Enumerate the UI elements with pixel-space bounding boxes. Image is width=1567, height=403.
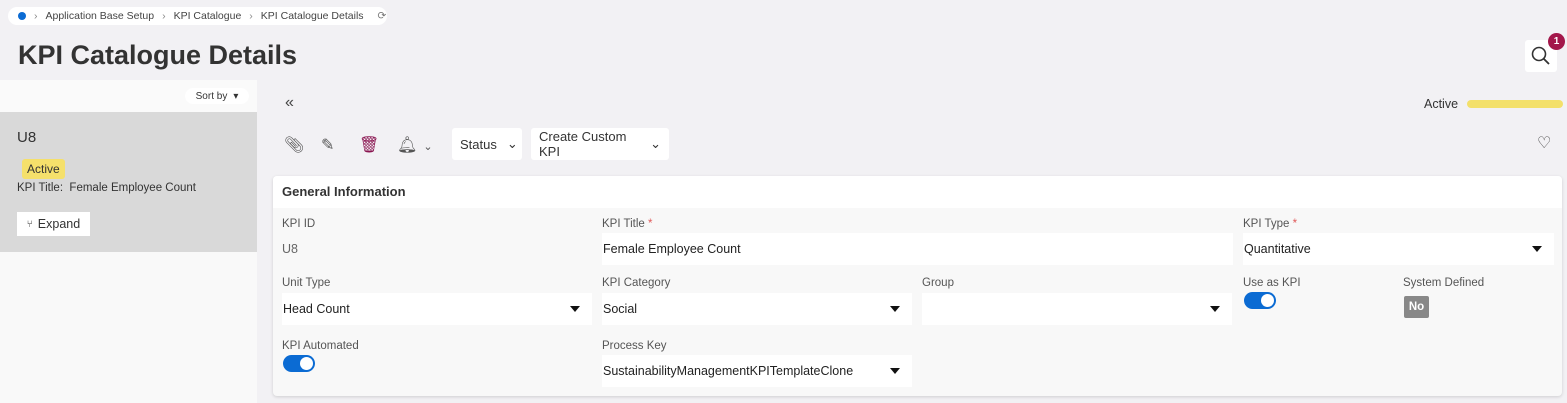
status-label: Active — [1424, 97, 1459, 111]
system-defined-value: No — [1404, 296, 1429, 318]
kpi-title-input[interactable]: Female Employee Count — [602, 233, 1233, 265]
heart-icon: ♡ — [1537, 135, 1552, 152]
sort-by-label: Sort by — [195, 90, 228, 102]
sort-by-button[interactable]: Sort by ▾ — [185, 88, 249, 104]
unit-type-value: Head Count — [283, 302, 350, 316]
kpi-category-select[interactable]: Social — [602, 293, 912, 325]
status-indicator-bar — [1467, 100, 1563, 108]
chevron-right-icon: › — [34, 10, 38, 22]
kpi-category-label: KPI Category — [602, 277, 671, 289]
chevron-right-icon: › — [162, 10, 166, 22]
kpi-category-value: Social — [603, 302, 638, 316]
unit-type-label: Unit Type — [282, 277, 331, 289]
record-title-label: KPI Title: — [17, 182, 64, 194]
pencil-icon: ✎ — [321, 137, 335, 154]
expand-button[interactable]: ⑂ Expand — [17, 212, 90, 236]
paperclip-icon: 📎︎ — [284, 137, 305, 154]
status-dropdown[interactable]: Status ⌄ — [452, 128, 522, 160]
section-title: General Information — [273, 176, 1562, 208]
system-defined-label: System Defined — [1403, 277, 1485, 289]
create-custom-kpi-label: Create Custom KPI — [539, 129, 627, 159]
kpi-automated-toggle[interactable] — [283, 355, 315, 372]
caret-down-icon — [1532, 246, 1542, 252]
expand-label: Expand — [37, 217, 81, 231]
delete-button[interactable]: 🗑︎ — [359, 135, 379, 155]
notifications-button[interactable]: 🔔︎ ⌄ — [397, 135, 433, 155]
chevron-down-icon: ⌄ — [423, 141, 433, 153]
chevron-right-icon: › — [249, 10, 253, 22]
process-key-value: SustainabilityManagementKPITemplateClone — [603, 364, 854, 378]
kpi-type-select[interactable]: Quantitative — [1243, 233, 1554, 265]
record-title-value: Female Employee Count — [69, 182, 196, 194]
process-key-select[interactable]: SustainabilityManagementKPITemplateClone — [602, 355, 912, 387]
kpi-id-value: U8 — [282, 242, 298, 256]
kpi-title-label: KPI Title * — [602, 218, 653, 230]
refresh-icon[interactable]: ⟳ — [378, 10, 387, 22]
breadcrumb-item[interactable]: Application Base Setup — [46, 10, 155, 22]
caret-down-icon — [890, 306, 900, 312]
kpi-type-value: Quantitative — [1244, 242, 1311, 256]
status-badge: Active — [22, 159, 65, 179]
caret-down-icon — [1210, 306, 1220, 312]
kpi-title-label-text: KPI Title — [602, 218, 645, 230]
collapse-panel-button[interactable]: « — [285, 94, 294, 112]
page-title: KPI Catalogue Details — [18, 40, 298, 70]
breadcrumb-item[interactable]: KPI Catalogue — [174, 10, 242, 22]
status-dropdown-label: Status — [460, 136, 497, 152]
create-custom-kpi-dropdown[interactable]: Create Custom KPI ⌄ — [531, 128, 669, 160]
kpi-title-value: Female Employee Count — [603, 242, 741, 256]
general-information-card — [273, 176, 1562, 396]
chevron-down-icon: ⌄ — [650, 136, 661, 151]
unit-type-select[interactable]: Head Count — [282, 293, 592, 325]
group-select[interactable] — [922, 293, 1232, 325]
record-id: U8 — [17, 129, 37, 146]
kpi-automated-label: KPI Automated — [282, 340, 359, 352]
caret-down-icon — [890, 368, 900, 374]
chevron-down-icon: ⌄ — [506, 136, 518, 151]
home-icon[interactable] — [18, 12, 26, 20]
group-label: Group — [922, 277, 954, 289]
kpi-id-label: KPI ID — [282, 218, 316, 230]
edit-button[interactable]: ✎ — [321, 135, 334, 155]
breadcrumb-item: KPI Catalogue Details — [260, 10, 364, 22]
breadcrumb: › Application Base Setup › KPI Catalogue… — [8, 7, 387, 25]
use-as-kpi-toggle[interactable] — [1244, 292, 1276, 309]
bell-icon: 🔔︎ — [397, 137, 418, 154]
record-title: KPI Title: Female Employee Count — [17, 182, 196, 194]
kpi-type-label: KPI Type * — [1243, 218, 1297, 230]
use-as-kpi-label: Use as KPI — [1243, 277, 1301, 289]
trash-icon: 🗑︎ — [359, 137, 380, 154]
search-icon — [1531, 46, 1550, 65]
process-key-label: Process Key — [602, 340, 667, 352]
required-mark: * — [1292, 218, 1298, 230]
favorite-button[interactable]: ♡ — [1537, 133, 1551, 153]
notification-badge: 1 — [1548, 33, 1565, 50]
attachment-button[interactable]: 📎︎ — [284, 135, 304, 155]
kpi-type-label-text: KPI Type — [1243, 218, 1290, 230]
structure-icon: ⑂ — [26, 218, 33, 230]
required-mark: * — [648, 218, 653, 230]
caret-down-icon: ▾ — [233, 90, 239, 102]
caret-down-icon — [570, 306, 580, 312]
